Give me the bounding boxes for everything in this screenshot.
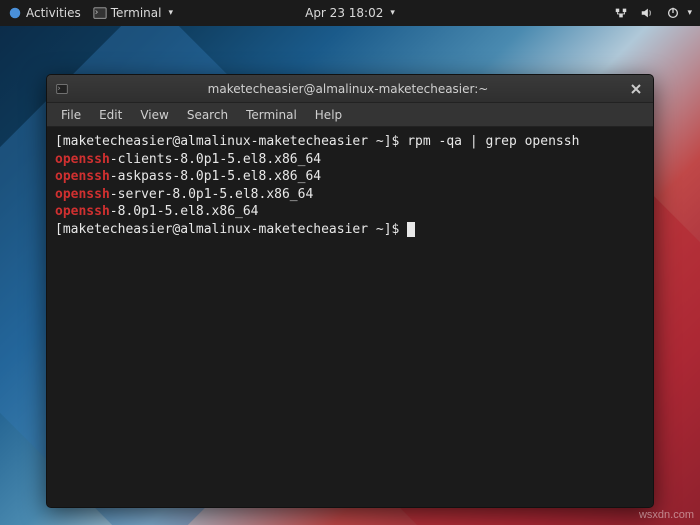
- prompt: [maketecheasier@almalinux-maketecheasier…: [55, 222, 407, 237]
- activities-label: Activities: [26, 6, 81, 20]
- watermark: wsxdn.com: [639, 509, 694, 521]
- activities-button[interactable]: Activities: [8, 6, 81, 20]
- window-title: maketecheasier@almalinux-maketecheasier:…: [71, 82, 625, 96]
- window-app-icon: [53, 80, 71, 98]
- menu-terminal[interactable]: Terminal: [238, 106, 305, 124]
- chevron-down-icon: ▾: [390, 8, 395, 18]
- clock[interactable]: Apr 23 18:02 ▾: [305, 6, 395, 20]
- network-icon: [614, 6, 628, 20]
- network-indicator[interactable]: [614, 6, 628, 20]
- volume-icon: [640, 6, 654, 20]
- grep-match: openssh: [55, 187, 110, 202]
- activities-icon: [8, 6, 22, 20]
- terminal-icon: [93, 6, 107, 20]
- output-text: -8.0p1-5.el8.x86_64: [110, 204, 259, 219]
- command-text: rpm -qa | grep openssh: [407, 134, 579, 149]
- chevron-down-icon: ▾: [168, 8, 173, 18]
- output-text: -askpass-8.0p1-5.el8.x86_64: [110, 169, 321, 184]
- menu-search[interactable]: Search: [179, 106, 236, 124]
- text-cursor: [407, 222, 415, 237]
- grep-match: openssh: [55, 169, 110, 184]
- menu-help[interactable]: Help: [307, 106, 350, 124]
- terminal-viewport[interactable]: [maketecheasier@almalinux-maketecheasier…: [47, 127, 653, 507]
- app-menu[interactable]: Terminal ▾: [93, 6, 173, 20]
- menu-view[interactable]: View: [132, 106, 176, 124]
- gnome-topbar: Activities Terminal ▾ Apr 23 18:02 ▾ ▾: [0, 0, 700, 26]
- power-icon: [666, 6, 680, 20]
- terminal-window: maketecheasier@almalinux-maketecheasier:…: [46, 74, 654, 508]
- menu-edit[interactable]: Edit: [91, 106, 130, 124]
- clock-label: Apr 23 18:02: [305, 6, 383, 20]
- close-icon: [631, 84, 641, 94]
- output-text: -clients-8.0p1-5.el8.x86_64: [110, 152, 321, 167]
- output-text: -server-8.0p1-5.el8.x86_64: [110, 187, 314, 202]
- app-menu-label: Terminal: [111, 6, 162, 20]
- power-indicator[interactable]: ▾: [666, 6, 692, 20]
- chevron-down-icon: ▾: [687, 8, 692, 18]
- grep-match: openssh: [55, 204, 110, 219]
- menu-file[interactable]: File: [53, 106, 89, 124]
- window-titlebar[interactable]: maketecheasier@almalinux-maketecheasier:…: [47, 75, 653, 103]
- volume-indicator[interactable]: [640, 6, 654, 20]
- close-button[interactable]: [625, 78, 647, 100]
- prompt: [maketecheasier@almalinux-maketecheasier…: [55, 134, 407, 149]
- grep-match: openssh: [55, 152, 110, 167]
- menubar: File Edit View Search Terminal Help: [47, 103, 653, 127]
